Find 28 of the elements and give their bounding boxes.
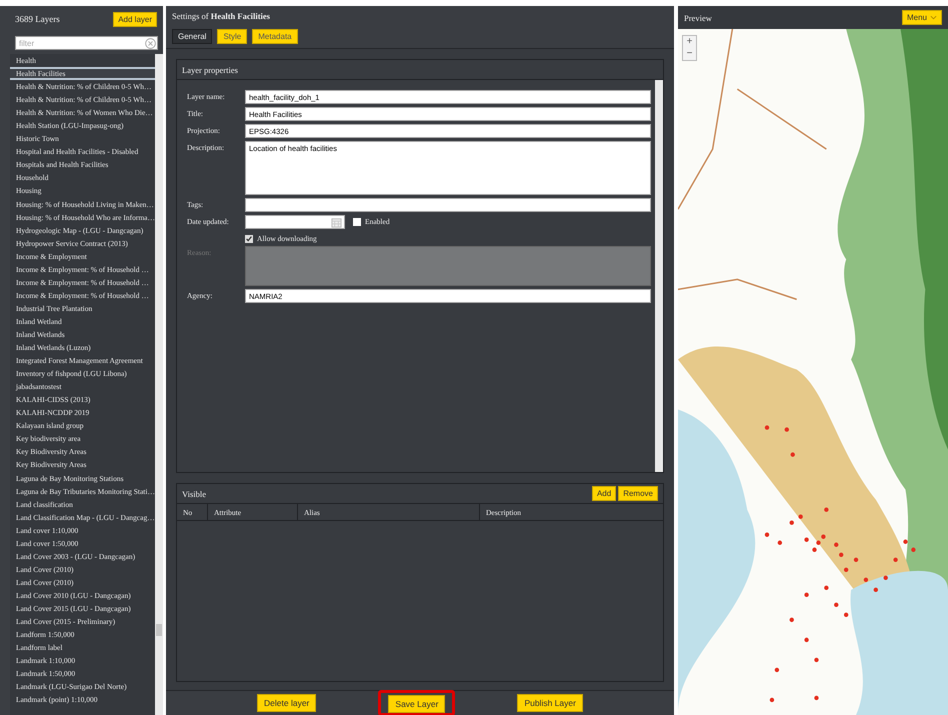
text-field[interactable] [245,198,651,212]
tab[interactable]: Metadata [252,29,298,44]
clear-icon[interactable] [145,38,156,48]
add-layer-button[interactable]: Add layer [113,12,157,26]
action-button[interactable]: Delete layer [257,694,316,712]
panel-title: Layer properties [182,64,238,74]
tab[interactable]: Style [217,29,248,44]
panel-title: Visible [182,488,206,498]
zoom-out-button[interactable]: − [683,48,696,60]
preview-title: Preview [684,12,712,22]
map-drawing[interactable] [678,29,948,715]
filter-field[interactable]: filter [15,36,158,50]
action-button[interactable]: Publish Layer [517,694,583,712]
checkbox[interactable] [245,234,253,242]
layer-count: 3689 Layers [15,14,60,24]
date-field[interactable] [245,215,345,229]
action-button[interactable]: Save Layer [388,695,446,713]
tab[interactable]: General [172,29,212,44]
calendar-icon[interactable] [331,216,342,228]
checkbox[interactable] [353,218,361,226]
chevron-icon [930,15,937,20]
scrollbar[interactable] [655,80,663,472]
zoom-in-button[interactable]: + [683,36,696,48]
panel-button[interactable]: Add [592,486,616,501]
scrollbar[interactable] [155,54,163,715]
panel-button[interactable]: Remove [618,486,658,501]
menu-button[interactable]: Menu [902,10,942,25]
settings-title: Settings of Health Facilities [171,10,271,23]
